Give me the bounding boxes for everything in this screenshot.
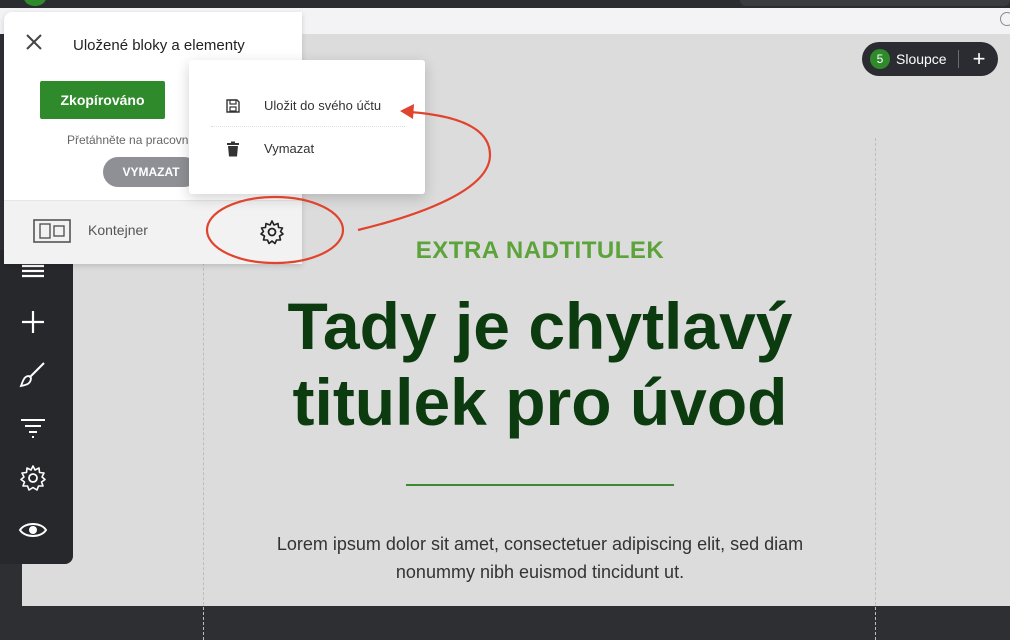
close-icon[interactable] (24, 32, 44, 52)
saved-item-label: Kontejner (88, 222, 148, 238)
clear-button[interactable]: VYMAZAT (103, 157, 199, 187)
copied-button[interactable]: Zkopírováno (40, 81, 165, 119)
column-guide-right (875, 138, 876, 640)
brush-icon[interactable] (18, 359, 48, 389)
hero-title[interactable]: Tady je chytlavý titulek pro úvod (210, 288, 870, 440)
left-toolbar (0, 250, 73, 564)
top-address-pill (740, 0, 1010, 6)
filter-icon[interactable] (18, 411, 48, 441)
floppy-icon (226, 99, 240, 113)
gear-icon[interactable] (259, 219, 285, 245)
hero-paragraph[interactable]: Lorem ipsum dolor sit amet, consectetuer… (240, 530, 840, 586)
hero-divider (406, 484, 674, 486)
columns-label[interactable]: Sloupce (896, 51, 947, 67)
gear-icon[interactable] (18, 463, 48, 493)
columns-separator (958, 50, 959, 68)
plus-icon[interactable] (18, 307, 48, 337)
add-column-button[interactable]: + (966, 46, 992, 72)
eye-icon[interactable] (18, 515, 48, 545)
top-ring-icon[interactable] (1000, 12, 1010, 26)
saved-item-row[interactable]: Kontejner (4, 200, 302, 264)
trash-icon (227, 141, 239, 157)
columns-pill[interactable]: 5 Sloupce + (862, 42, 998, 76)
container-icon (33, 219, 71, 243)
menu-item-save-to-account[interactable]: Uložit do svého účtu (189, 86, 425, 126)
context-menu: Uložit do svého účtu Vymazat (189, 60, 425, 194)
menu-item-label: Vymazat (264, 141, 315, 156)
menu-item-delete[interactable]: Vymazat (189, 129, 425, 169)
menu-divider (211, 126, 405, 127)
columns-count-badge: 5 (870, 49, 890, 69)
panel-title: Uložené bloky a elementy (73, 37, 245, 54)
menu-item-label: Uložit do svého účtu (264, 98, 382, 113)
drag-hint: Přetáhněte na pracovní (67, 133, 192, 147)
hero-kicker[interactable]: EXTRA NADTITULEK (340, 237, 740, 265)
